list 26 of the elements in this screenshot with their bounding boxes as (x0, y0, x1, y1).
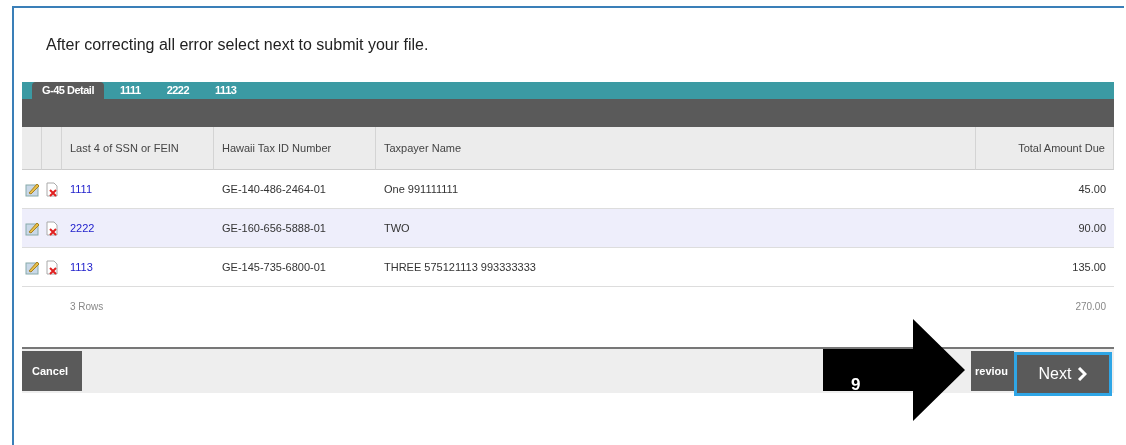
cancel-button[interactable]: Cancel (22, 351, 82, 391)
column-header: Taxpayer Name (376, 127, 976, 170)
delete-icon[interactable] (45, 259, 59, 275)
row-count: 3 Rows (69, 299, 105, 314)
table-row[interactable]: 2222 GE-160-656-5888-01 TWO 90.00 (22, 209, 1114, 248)
id-link[interactable]: 1113 (70, 261, 93, 273)
total-amount: 270.00 (1074, 299, 1107, 314)
column-header (42, 127, 62, 170)
id-link[interactable]: 1111 (70, 183, 93, 195)
delete-icon[interactable] (45, 220, 59, 236)
previous-button[interactable]: reviou (971, 351, 1014, 391)
id-link[interactable]: 2222 (70, 222, 95, 234)
delete-icon[interactable] (45, 181, 59, 197)
chevron-icon (1077, 367, 1088, 381)
edit-icon[interactable] (24, 220, 40, 236)
edit-icon[interactable] (24, 181, 40, 197)
next-button[interactable]: Next (1014, 352, 1112, 396)
column-header: Total Amount Due (976, 127, 1114, 170)
column-header (22, 127, 42, 170)
instruction-text: After correcting all error select next to submit your file. (46, 36, 430, 55)
column-header: Hawaii Tax ID Number (214, 127, 376, 170)
column-header: Last 4 of SSN or FEIN (62, 127, 214, 170)
arrow-icon (823, 319, 965, 421)
step-number: 9 (851, 375, 861, 395)
edit-icon[interactable] (24, 259, 40, 275)
tab[interactable]: G-45 Detail (32, 82, 104, 99)
